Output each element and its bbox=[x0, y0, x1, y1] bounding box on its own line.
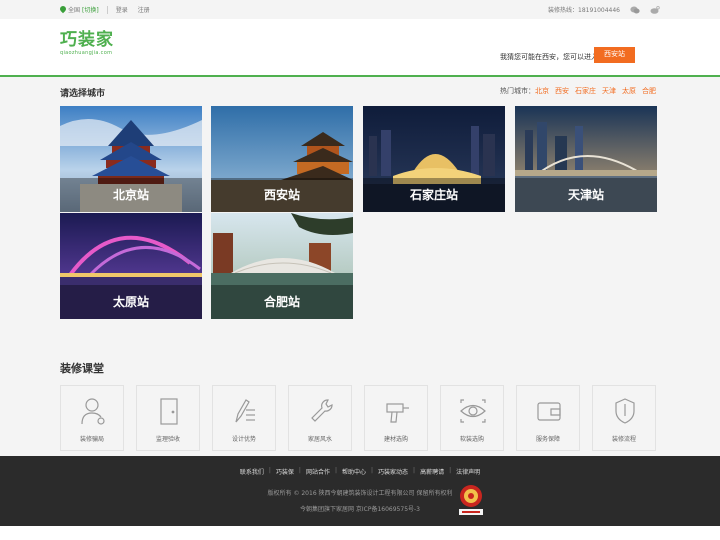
divider: | bbox=[371, 467, 374, 474]
footer-link[interactable]: 巧装保 bbox=[276, 467, 294, 476]
enter-xian-button[interactable]: 西安站 bbox=[594, 47, 635, 63]
footer-link[interactable]: 联系我们 bbox=[240, 467, 264, 476]
course-item[interactable]: 软装选购 bbox=[440, 385, 504, 451]
hot-city-link[interactable]: 石家庄 bbox=[575, 86, 596, 96]
city-card-xian[interactable]: 西安站 bbox=[211, 106, 353, 212]
city-card-label: 天津站 bbox=[515, 178, 657, 212]
city-card-label: 合肥站 bbox=[211, 285, 353, 319]
city-card-label: 太原站 bbox=[60, 285, 202, 319]
city-card-beijing[interactable]: 北京站 bbox=[60, 106, 202, 212]
divider: | bbox=[413, 467, 416, 474]
city-card-label: 石家庄站 bbox=[363, 178, 505, 212]
course-label: 装修流程 bbox=[611, 436, 636, 443]
eye-icon bbox=[460, 399, 486, 423]
weibo-icon[interactable] bbox=[650, 5, 660, 14]
divider bbox=[106, 5, 108, 14]
door-icon bbox=[160, 398, 178, 425]
divider: | bbox=[449, 467, 452, 474]
course-item[interactable]: 装修骗局 bbox=[60, 385, 124, 451]
footer: 联系我们 | 巧装保 | 网站合作 | 帮助中心 | 巧装家动态 | 高薪聘请 | 法律声明… bbox=[0, 456, 720, 526]
section-title-courses: 装修课堂 bbox=[60, 362, 104, 375]
bottom-strip bbox=[0, 526, 720, 540]
course-label: 建材选购 bbox=[383, 436, 408, 443]
course-item[interactable]: 设计优势 bbox=[212, 385, 276, 451]
icp-text: 今朝集团旗下家居网 京ICP备16069575号-3 bbox=[299, 506, 420, 513]
course-label: 家居风水 bbox=[307, 436, 332, 443]
hot-city-link[interactable]: 太原 bbox=[622, 86, 636, 96]
location-label: 全国 bbox=[68, 7, 81, 14]
user-alert-icon bbox=[81, 398, 105, 425]
divider: | bbox=[268, 467, 271, 474]
course-label: 装修骗局 bbox=[79, 436, 104, 443]
footer-link[interactable]: 帮助中心 bbox=[342, 467, 366, 476]
shield-icon bbox=[615, 398, 635, 424]
course-label: 服务保障 bbox=[535, 436, 560, 443]
wechat-icon[interactable] bbox=[630, 6, 640, 14]
header: 巧装家 qiaozhuangjia.com 我猜您可能在西安，您可以进入 西安站 bbox=[0, 19, 720, 77]
divider: | bbox=[334, 467, 337, 474]
hot-cities-label: 热门城市： bbox=[500, 87, 535, 95]
city-card-label: 西安站 bbox=[211, 178, 353, 212]
hot-city-link[interactable]: 西安 bbox=[555, 86, 569, 96]
course-label: 软装选购 bbox=[459, 436, 484, 443]
footer-link[interactable]: 巧装家动态 bbox=[378, 467, 408, 476]
login-link[interactable]: 登录 bbox=[116, 5, 128, 14]
footer-link[interactable]: 法律声明 bbox=[456, 467, 480, 476]
course-item[interactable]: 家居风水 bbox=[288, 385, 352, 451]
copyright-text: 版权所有 © 2016 陕西今朝建筑装饰设计工程有限公司 保留所有权利 bbox=[267, 490, 453, 497]
wallet-icon bbox=[537, 402, 561, 421]
course-item[interactable]: 装修流程 bbox=[592, 385, 656, 451]
logo-domain: qiaozhuangjia.com bbox=[60, 50, 113, 56]
logo-text: 巧装家 bbox=[60, 30, 114, 50]
location-pin-icon bbox=[60, 6, 66, 14]
site-logo[interactable]: 巧装家 qiaozhuangjia.com bbox=[60, 30, 114, 56]
city-card-shijiazhuang[interactable]: 石家庄站 bbox=[363, 106, 505, 212]
course-label: 设计优势 bbox=[231, 436, 256, 443]
city-card-taiyuan[interactable]: 太原站 bbox=[60, 213, 202, 319]
wrench-icon bbox=[311, 399, 333, 422]
city-card-label: 北京站 bbox=[60, 178, 202, 212]
drill-icon bbox=[386, 403, 409, 423]
divider: | bbox=[298, 467, 301, 474]
hotline-text: 装修热线：18191004446 bbox=[548, 7, 620, 14]
hot-cities: 热门城市： 北京 西安 石家庄 天津 太原 合肥 bbox=[500, 86, 656, 96]
course-label: 监理验收 bbox=[155, 436, 180, 443]
hot-city-link[interactable]: 天津 bbox=[602, 86, 616, 96]
course-item[interactable]: 服务保障 bbox=[516, 385, 580, 451]
hot-city-link[interactable]: 合肥 bbox=[642, 86, 656, 96]
course-item[interactable]: 建材选购 bbox=[364, 385, 428, 451]
footer-links: 联系我们 | 巧装保 | 网站合作 | 帮助中心 | 巧装家动态 | 高薪聘请 | 法律声明 bbox=[0, 467, 720, 476]
location-guess-text: 我猜您可能在西安，您可以进入 bbox=[500, 53, 598, 61]
section-title-select-city: 请选择城市 bbox=[60, 89, 106, 99]
police-badge-icon[interactable] bbox=[458, 483, 484, 517]
footer-link[interactable]: 高薪聘请 bbox=[420, 467, 444, 476]
footer-link[interactable]: 网站合作 bbox=[306, 467, 330, 476]
course-item[interactable]: 监理验收 bbox=[136, 385, 200, 451]
switch-city-link[interactable]: [切换] bbox=[82, 5, 99, 14]
register-link[interactable]: 注册 bbox=[138, 5, 150, 14]
pencil-list-icon bbox=[235, 399, 255, 423]
top-bar: 全国 [切换] 登录 注册 装修热线：18191004446 bbox=[0, 0, 720, 19]
city-card-tianjin[interactable]: 天津站 bbox=[515, 106, 657, 212]
city-card-hefei[interactable]: 合肥站 bbox=[211, 213, 353, 319]
hot-city-link[interactable]: 北京 bbox=[535, 86, 549, 96]
